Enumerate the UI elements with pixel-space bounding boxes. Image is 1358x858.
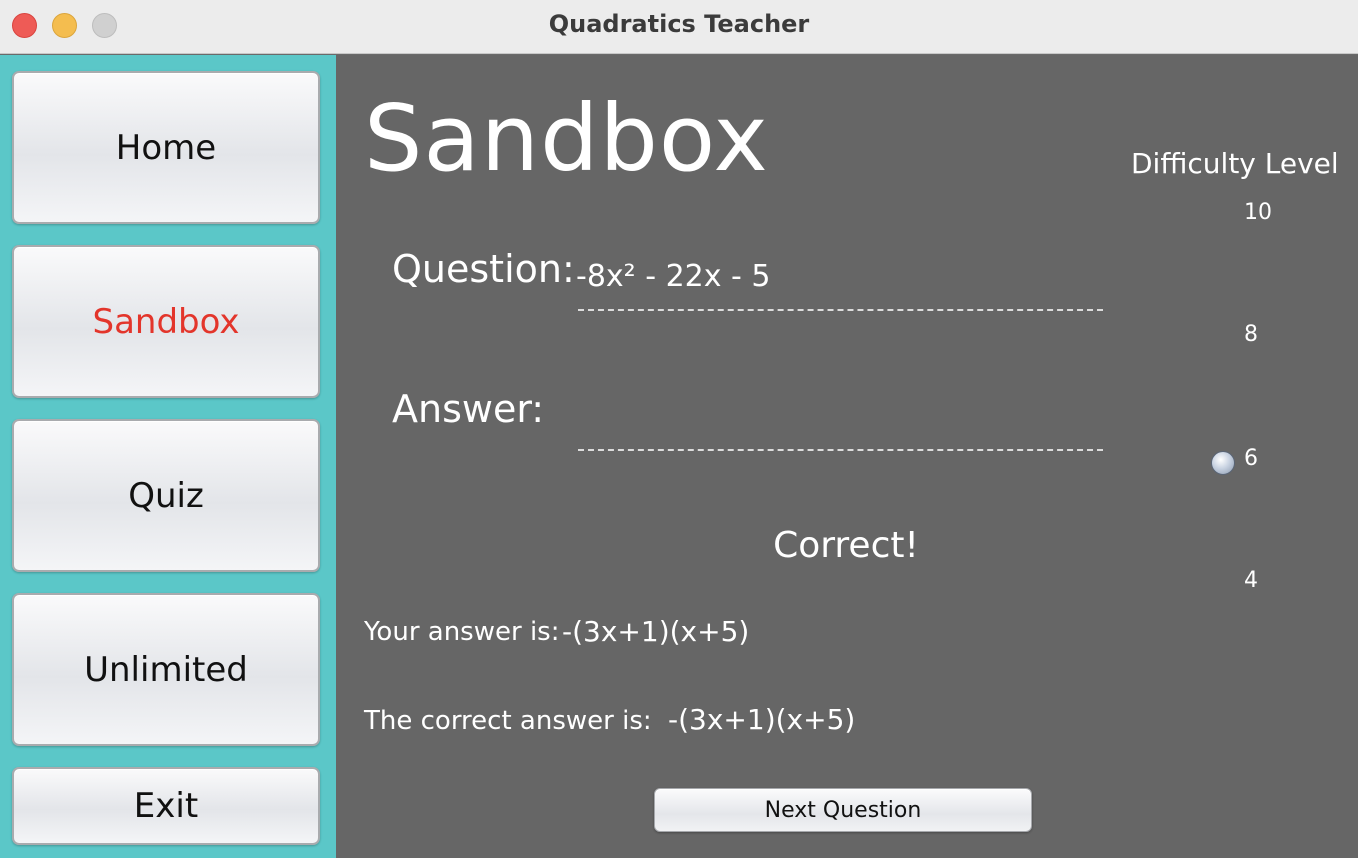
your-answer-value: -(3x+1)(x+5) — [562, 615, 750, 648]
answer-input[interactable] — [578, 407, 1103, 447]
difficulty-tick-10: 10 — [1244, 200, 1272, 225]
page-title: Sandbox — [364, 85, 769, 192]
question-underline — [578, 309, 1103, 311]
main-panel: Sandbox Question: -8x² - 22x - 5 Answer:… — [336, 55, 1358, 858]
sidebar-item-quiz[interactable]: Quiz — [12, 419, 320, 572]
next-question-button[interactable]: Next Question — [654, 788, 1032, 832]
your-answer-label: Your answer is: — [364, 617, 560, 647]
answer-label: Answer: — [392, 387, 545, 431]
correct-answer-value: -(3x+1)(x+5) — [668, 703, 856, 736]
window-title: Quadratics Teacher — [548, 10, 810, 38]
sidebar-item-exit[interactable]: Exit — [12, 767, 320, 845]
answer-underline — [578, 449, 1103, 451]
difficulty-label: Difficulty Level — [1131, 147, 1339, 180]
difficulty-tick-8: 8 — [1244, 322, 1258, 347]
sidebar-item-sandbox[interactable]: Sandbox — [12, 245, 320, 398]
question-label: Question: — [392, 247, 575, 291]
correct-answer-label: The correct answer is: — [364, 706, 652, 736]
difficulty-slider[interactable] — [1221, 213, 1225, 583]
difficulty-tick-6: 6 — [1244, 446, 1258, 471]
difficulty-slider-thumb[interactable] — [1211, 451, 1235, 476]
title-bar: Quadratics Teacher — [0, 0, 1358, 54]
question-text: -8x² - 22x - 5 — [576, 259, 771, 294]
difficulty-tick-4: 4 — [1244, 568, 1258, 593]
result-message: Correct! — [773, 525, 919, 566]
sidebar: Home Sandbox Quiz Unlimited Exit — [0, 55, 336, 858]
sidebar-item-unlimited[interactable]: Unlimited — [12, 593, 320, 746]
sidebar-item-home[interactable]: Home — [12, 71, 320, 224]
